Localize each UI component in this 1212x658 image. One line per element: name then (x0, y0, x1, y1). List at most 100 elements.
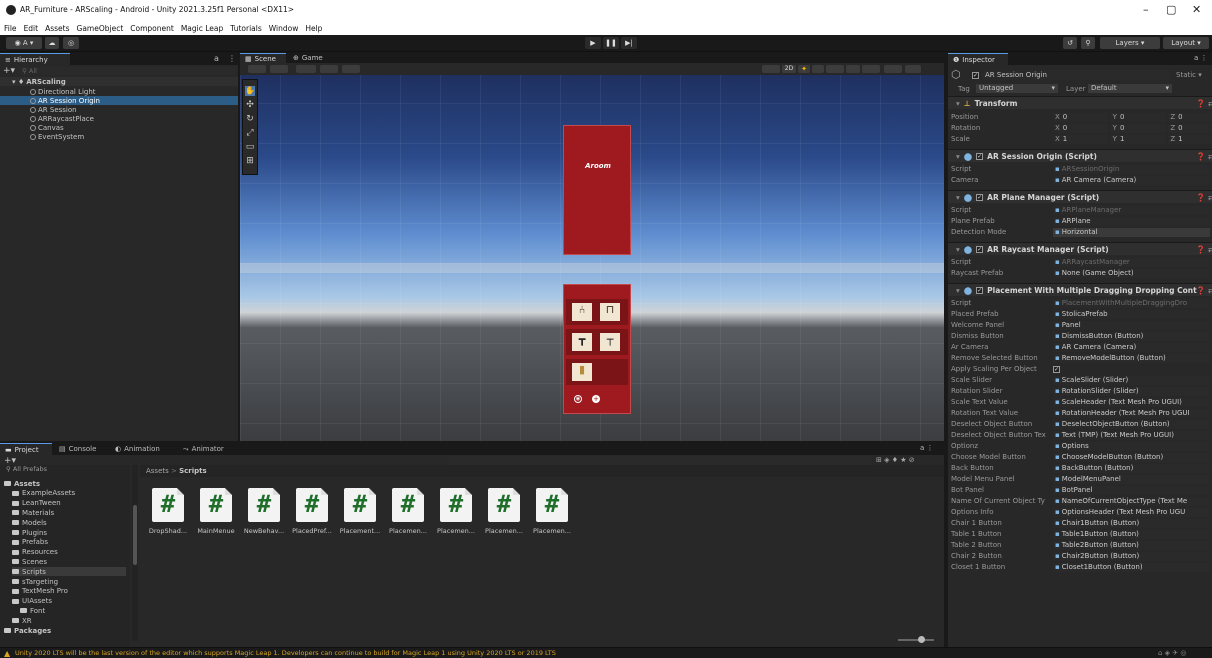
script-file-label[interactable]: NewBehav... (240, 527, 288, 535)
object-field[interactable]: ▪ ChooseModelButton (Button) (1053, 452, 1210, 462)
search-icon[interactable]: ⚲ (1081, 37, 1095, 49)
hierarchy-item[interactable]: EventSystem (0, 132, 238, 141)
project-folder-item[interactable]: UIAssets (12, 597, 52, 606)
tab-animation[interactable]: ◐ Animation (110, 443, 176, 455)
move-tool-icon[interactable]: ✣ (245, 100, 255, 110)
x-field[interactable]: X0 (1053, 112, 1108, 122)
hierarchy-item[interactable]: Directional Light (0, 87, 238, 96)
component-enabled-checkbox[interactable]: ✓ (976, 193, 984, 201)
status-icons[interactable]: ⌂ ◈ ✈ ◎ (1158, 649, 1186, 657)
component-header[interactable]: ▾⬤✓AR Raycast Manager (Script) ❓ ⇄ ⋮ (948, 242, 1212, 255)
csharp-script-icon[interactable]: # (488, 488, 520, 522)
transform-tool-icon[interactable]: ⊞ (245, 156, 255, 166)
csharp-script-icon[interactable]: # (248, 488, 280, 522)
project-folder-item[interactable]: Models (12, 518, 47, 527)
menu-item-help[interactable]: Help (305, 24, 322, 33)
table-icon[interactable]: ⊓ (600, 303, 620, 321)
script-file-label[interactable]: DropShad... (144, 527, 192, 535)
object-field[interactable]: ▪ NameOfCurrentObjectType (Text Me (1053, 496, 1210, 506)
chair-icon[interactable]: ⑃ (572, 303, 592, 321)
pivot-dropdown[interactable] (270, 65, 288, 73)
audio-icon[interactable] (812, 65, 824, 73)
layer-dropdown[interactable]: Default ▾ (1088, 84, 1172, 93)
z-field[interactable]: Z0 (1168, 123, 1212, 133)
component-menu-icon[interactable]: ❓ ⇄ ⋮ (1196, 99, 1212, 108)
object-field[interactable]: ▪ AR Camera (Camera) (1053, 175, 1210, 185)
history-icon[interactable]: ↺ (1063, 37, 1077, 49)
object-name-input[interactable]: AR Session Origin (982, 70, 1170, 80)
object-field[interactable]: ▪ RemoveModelButton (Button) (1053, 353, 1210, 363)
gizmos-dropdown[interactable] (884, 65, 902, 73)
scene-row[interactable]: ▾ ♦ ARScaling (0, 77, 238, 86)
zoom-slider-thumb[interactable] (918, 636, 925, 643)
object-field[interactable]: ▪ BackButton (Button) (1053, 463, 1210, 473)
project-folder-item[interactable]: LeanTween (12, 499, 61, 508)
scene-view[interactable]: ✋ ✣ ↻ ⤢ ▭ ⊞ Aroom ⑃ ⊓ ┳ ┬ ▮ ◉ + (240, 63, 944, 441)
add-icon[interactable]: +▾ (3, 66, 15, 76)
foldout-icon[interactable]: ▾ (956, 99, 960, 108)
hidden-objects-icon[interactable] (846, 65, 860, 73)
breadcrumb-assets[interactable]: Assets (146, 467, 169, 475)
tab-game[interactable]: ⊕ Game (288, 53, 332, 63)
layers-dropdown[interactable]: Layers ▾ (1100, 37, 1160, 49)
zoom-slider[interactable] (898, 636, 934, 643)
tree-scrollbar-thumb[interactable] (133, 505, 137, 565)
csharp-script-icon[interactable]: # (392, 488, 424, 522)
menu-item-file[interactable]: File (4, 24, 17, 33)
increment-dropdown[interactable] (342, 65, 360, 73)
script-file-label[interactable]: PlacedPref... (288, 527, 336, 535)
project-folder-item[interactable]: Packages (4, 626, 51, 635)
hand-tool-icon[interactable]: ✋ (245, 86, 255, 96)
stool-icon[interactable]: ┳ (572, 333, 592, 351)
all-prefabs-filter[interactable]: ⚲ All Prefabs (6, 465, 47, 473)
object-field[interactable]: ▪ Chair1Button (Button) (1053, 518, 1210, 528)
script-file-label[interactable]: Placemen... (384, 527, 432, 535)
script-file-label[interactable]: Placemen... (480, 527, 528, 535)
effects-dropdown[interactable] (826, 65, 844, 73)
object-field[interactable]: ▪ ScaleHeader (Text Mesh Pro UGUI) (1053, 397, 1210, 407)
scene-camera-dropdown[interactable] (862, 65, 880, 73)
script-file-label[interactable]: Placemen... (528, 527, 576, 535)
project-folder-item[interactable]: Plugins (12, 528, 47, 537)
object-field[interactable]: ▪ AR Camera (Camera) (1053, 342, 1210, 352)
transform-header[interactable]: ▾⊥Transform ❓ ⇄ ⋮ (948, 96, 1212, 109)
csharp-script-icon[interactable]: # (152, 488, 184, 522)
pause-button[interactable]: ❚❚ (603, 37, 619, 49)
x-field[interactable]: X1 (1053, 134, 1108, 144)
object-field[interactable]: ▪ Table2Button (Button) (1053, 540, 1210, 550)
hierarchy-search-input[interactable]: ⚲ All (19, 67, 235, 75)
gizmo-settings-icon[interactable] (905, 65, 921, 73)
object-field[interactable]: ▪ BotPanel (1053, 485, 1210, 495)
y-field[interactable]: Y1 (1110, 134, 1166, 144)
menu-item-assets[interactable]: Assets (45, 24, 69, 33)
tag-dropdown[interactable]: Untagged ▾ (976, 84, 1058, 93)
component-menu-icon[interactable]: ❓ ⇄ ⋮ (1196, 286, 1212, 295)
object-field[interactable]: ▪ ARPlane (1053, 216, 1210, 226)
object-field[interactable]: ▪ RotationHeader (Text Mesh Pro UGUI (1053, 408, 1210, 418)
csharp-script-icon[interactable]: # (344, 488, 376, 522)
maximize-button[interactable]: ▢ (1166, 3, 1176, 16)
x-field[interactable]: X0 (1053, 123, 1108, 133)
csharp-script-icon[interactable]: # (200, 488, 232, 522)
lock-icon[interactable]: a (214, 54, 219, 63)
desk-icon[interactable]: ┬ (600, 333, 620, 351)
ui-welcome-panel[interactable]: Aroom (563, 125, 631, 255)
project-folder-item[interactable]: Scripts (12, 567, 126, 577)
component-menu-icon[interactable]: ❓ ⇄ ⋮ (1196, 245, 1212, 254)
grid-snap-dropdown[interactable] (296, 65, 316, 73)
inspector-lock-icon[interactable]: a ⋮ (1194, 54, 1208, 62)
component-menu-icon[interactable]: ❓ ⇄ ⋮ (1196, 152, 1212, 161)
menu-item-tutorials[interactable]: Tutorials (230, 24, 261, 33)
foldout-icon[interactable]: ▾ (956, 286, 960, 295)
orientation-dropdown[interactable] (762, 65, 780, 73)
object-field[interactable]: ▪ None (Game Object) (1053, 268, 1210, 278)
play-button[interactable]: ▶ (585, 37, 601, 49)
y-field[interactable]: Y0 (1110, 123, 1166, 133)
foldout-icon[interactable]: ▾ (956, 193, 960, 202)
kebab-menu-icon[interactable]: ⋮ (228, 54, 236, 63)
menu-item-window[interactable]: Window (269, 24, 299, 33)
z-field[interactable]: Z1 (1168, 134, 1212, 144)
object-field[interactable]: ▪ Closet1Button (Button) (1053, 562, 1210, 572)
property-checkbox[interactable]: ✓ (1053, 366, 1060, 373)
component-enabled-checkbox[interactable]: ✓ (976, 286, 984, 294)
